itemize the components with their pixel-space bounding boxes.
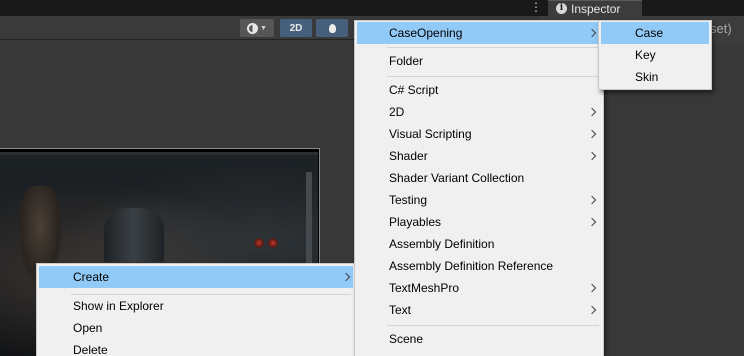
- menu-item-label: Assembly Definition Reference: [389, 259, 554, 273]
- tab-inspector[interactable]: i Inspector: [548, 0, 642, 16]
- menu-separator: [387, 47, 599, 48]
- menu-item-csharp-script[interactable]: C# Script: [357, 79, 601, 101]
- menu-item-assembly-definition[interactable]: Assembly Definition: [357, 233, 601, 255]
- menu-item-create[interactable]: Create: [39, 266, 353, 288]
- menu-item-text[interactable]: Text: [357, 299, 601, 321]
- menu-item-key[interactable]: Key: [601, 44, 709, 66]
- more-options-icon[interactable]: ⋮: [530, 0, 542, 16]
- menu-item-open[interactable]: Open: [39, 317, 353, 339]
- red-light: [254, 238, 264, 248]
- menu-separator: [387, 325, 599, 326]
- toggle-2d-label: 2D: [289, 22, 303, 34]
- menu-item-testing[interactable]: Testing: [357, 189, 601, 211]
- menu-item-label: Testing: [389, 193, 428, 207]
- menu-item-shader-variant-collection[interactable]: Shader Variant Collection: [357, 167, 601, 189]
- menu-item-label: Key: [635, 48, 656, 62]
- menu-item-label: Create: [73, 270, 110, 284]
- project-context-menu: Create Show in Explorer Open Delete: [36, 263, 356, 356]
- menu-item-label: Folder: [389, 54, 424, 68]
- menu-item-playables[interactable]: Playables: [357, 211, 601, 233]
- menu-item-label: Visual Scripting: [389, 127, 472, 141]
- viewport-top-bar: [0, 152, 318, 155]
- menu-item-scene[interactable]: Scene: [357, 328, 601, 350]
- menu-item-caseopening[interactable]: CaseOpening: [357, 22, 601, 44]
- chevron-right-icon: [587, 305, 597, 315]
- lightbulb-icon: [328, 23, 336, 33]
- menu-item-label: Skin: [635, 70, 659, 84]
- menu-item-label: Case: [635, 26, 664, 40]
- tank-object: [104, 208, 164, 262]
- menu-item-label: C# Script: [389, 83, 439, 97]
- menu-item-label: Open: [73, 321, 103, 335]
- create-submenu: CaseOpening Folder C# Script 2D Visual S…: [354, 20, 604, 356]
- menu-item-case[interactable]: Case: [601, 22, 709, 44]
- chevron-right-icon: [587, 283, 597, 293]
- menu-item-label: Shader: [389, 149, 428, 163]
- toggle-lighting-button[interactable]: [316, 19, 348, 37]
- menu-item-show-in-explorer[interactable]: Show in Explorer: [39, 295, 353, 317]
- red-light: [268, 238, 278, 248]
- info-icon: i: [556, 3, 567, 14]
- menu-item-shader[interactable]: Shader: [357, 145, 601, 167]
- menu-item-label: Text: [389, 303, 412, 317]
- menu-item-assembly-definition-reference[interactable]: Assembly Definition Reference: [357, 255, 601, 277]
- inspector-title-fragment: set): [710, 21, 732, 36]
- menu-item-label: Shader Variant Collection: [389, 171, 525, 185]
- menu-item-label: Playables: [389, 215, 442, 229]
- caseopening-submenu: Case Key Skin: [598, 20, 712, 90]
- orbit-icon: [247, 22, 259, 34]
- menu-item-label: Delete: [73, 343, 108, 356]
- menu-item-label: Scene: [389, 332, 424, 346]
- chevron-down-icon: ▼: [260, 24, 267, 32]
- menu-separator: [387, 76, 599, 77]
- chevron-right-icon: [587, 28, 597, 38]
- tab-inspector-label: Inspector: [571, 1, 621, 16]
- toggle-2d-button[interactable]: 2D: [280, 19, 312, 37]
- chevron-right-icon: [587, 195, 597, 205]
- menu-item-label: TextMeshPro: [389, 281, 460, 295]
- menu-item-label: CaseOpening: [389, 26, 463, 40]
- menu-item-visual-scripting[interactable]: Visual Scripting: [357, 123, 601, 145]
- menu-item-delete[interactable]: Delete: [39, 339, 353, 356]
- chevron-right-icon: [587, 151, 597, 161]
- menu-item-folder[interactable]: Folder: [357, 50, 601, 72]
- chevron-right-icon: [587, 217, 597, 227]
- chevron-right-icon: [587, 129, 597, 139]
- chevron-right-icon: [587, 107, 597, 117]
- menu-item-label: Show in Explorer: [73, 299, 164, 313]
- scene-view-orbit-button[interactable]: ▼: [240, 19, 274, 37]
- menu-item-label: 2D: [389, 105, 405, 119]
- menu-item-textmeshpro[interactable]: TextMeshPro: [357, 277, 601, 299]
- menu-item-skin[interactable]: Skin: [601, 66, 709, 88]
- chevron-right-icon: [341, 272, 351, 282]
- menu-item-2d[interactable]: 2D: [357, 101, 601, 123]
- menu-item-label: Assembly Definition: [389, 237, 495, 251]
